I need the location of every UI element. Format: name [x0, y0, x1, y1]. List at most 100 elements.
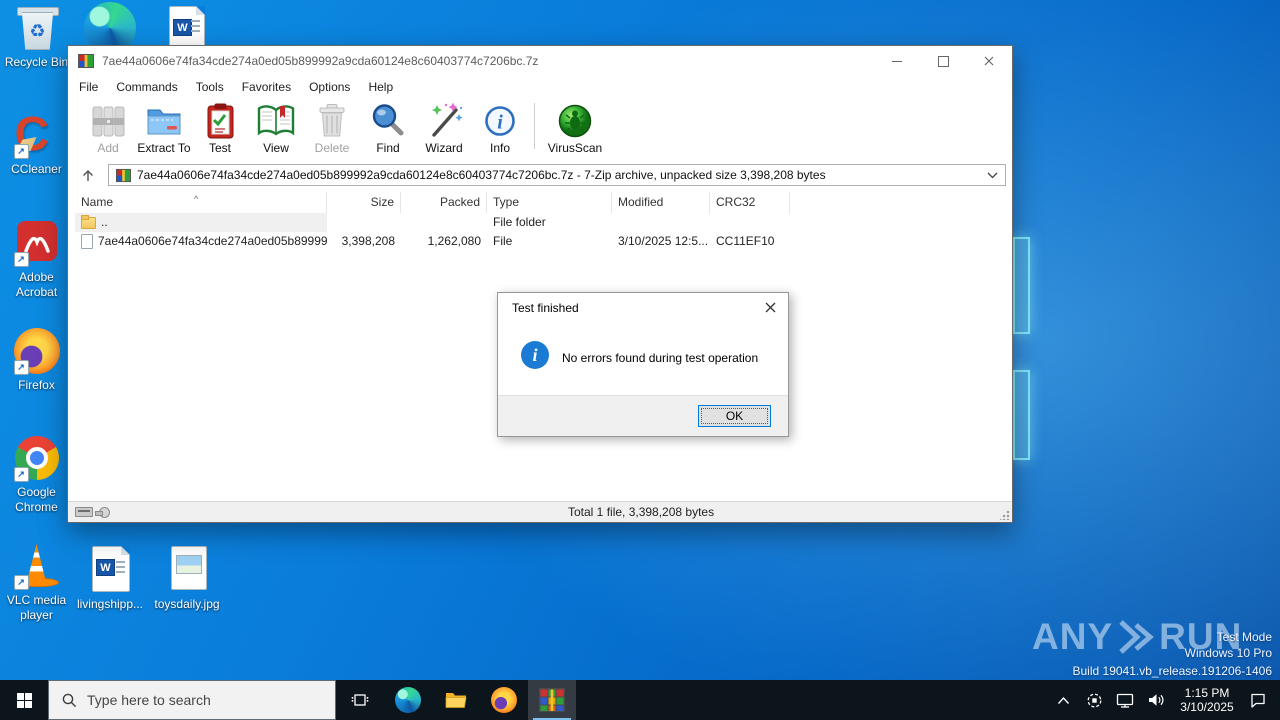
desktop-icon-vlc[interactable]: ↗ VLC media player [0, 542, 73, 623]
tray-volume-icon[interactable] [1144, 680, 1168, 720]
column-header-modified[interactable]: Modified [612, 192, 710, 213]
desktop-icon-label: CCleaner [0, 162, 73, 177]
desktop-icon-adobe-acrobat[interactable]: ↗ Adobe Acrobat [0, 219, 73, 300]
menu-commands[interactable]: Commands [107, 80, 186, 94]
menu-favorites[interactable]: Favorites [233, 80, 300, 94]
taskbar-7zip-button[interactable] [528, 680, 576, 720]
tray-sync-circle-icon[interactable] [1082, 680, 1106, 720]
toolbar: Add Extract To [68, 98, 1012, 161]
column-header-packed[interactable]: Packed [401, 192, 487, 213]
tray-chevron-up-icon[interactable] [1051, 680, 1075, 720]
taskbar-search-input[interactable]: Type here to search [48, 680, 336, 720]
extract-to-button[interactable]: Extract To [136, 101, 192, 155]
desktop-icon-label: Recycle Bin [0, 55, 73, 70]
virusscan-icon [555, 101, 595, 141]
wallpaper-window-pane [1013, 370, 1030, 460]
desktop-icon-label: Adobe Acrobat [0, 270, 73, 300]
maximize-button[interactable] [920, 46, 966, 76]
address-bar-row: 7ae44a0606e74fa34cde274a0ed05b899992a9cd… [68, 163, 1012, 187]
table-row[interactable]: .. File folder [75, 213, 1009, 232]
chevron-down-icon[interactable] [987, 172, 998, 179]
row-name: 7ae44a0606e74fa34cde274a0ed05b899992a... [98, 232, 327, 251]
system-tray: 1:15 PM 3/10/2025 [1051, 680, 1280, 720]
wizard-wand-icon [424, 101, 464, 141]
info-icon: i [480, 101, 520, 141]
dialog-titlebar[interactable]: Test finished [498, 293, 788, 322]
row-name: .. [101, 213, 108, 232]
row-size: 3,398,208 [327, 232, 401, 251]
image-file-icon [163, 546, 211, 594]
desktop-icon-label: Google Chrome [0, 485, 73, 515]
status-bar: Total 1 file, 3,398,208 bytes [68, 501, 1012, 522]
find-button[interactable]: Find [360, 101, 416, 155]
shortcut-arrow-icon: ↗ [14, 144, 29, 159]
taskbar-explorer-button[interactable] [432, 680, 480, 720]
up-one-level-button[interactable] [74, 164, 102, 186]
firefox-icon [491, 687, 517, 713]
test-clipboard-icon [200, 101, 240, 141]
row-type: File [487, 232, 612, 251]
search-placeholder: Type here to search [87, 692, 211, 708]
shortcut-arrow-icon: ↗ [14, 575, 29, 590]
svg-text:i: i [497, 112, 503, 134]
add-archive-icon [88, 101, 128, 141]
firefox-icon: ↗ [13, 327, 61, 375]
desktop-icon-label: Firefox [0, 378, 73, 393]
delete-trash-icon [312, 101, 352, 141]
row-modified: 3/10/2025 12:5... [612, 232, 710, 251]
close-icon [765, 302, 776, 313]
dialog-close-button[interactable] [758, 297, 782, 318]
file-icon [81, 234, 93, 249]
menu-file[interactable]: File [70, 80, 107, 94]
address-text: 7ae44a0606e74fa34cde274a0ed05b899992a9cd… [137, 168, 981, 182]
status-panel-icon [75, 507, 93, 517]
up-arrow-icon [80, 168, 96, 183]
column-header-type[interactable]: Type [487, 192, 612, 213]
column-header-crc32[interactable]: CRC32 [710, 192, 790, 213]
desktop-icon-label: livingshipp... [76, 597, 144, 612]
add-button[interactable]: Add [80, 101, 136, 155]
virusscan-button[interactable]: VirusScan [543, 101, 607, 155]
edge-icon [395, 687, 421, 713]
desktop-icon-toysdaily-jpg[interactable]: toysdaily.jpg [148, 546, 226, 612]
status-drive-icon [99, 507, 110, 518]
wallpaper-window-pane [1013, 237, 1030, 334]
start-button[interactable] [0, 680, 48, 720]
action-center-icon[interactable] [1246, 680, 1270, 720]
titlebar[interactable]: 7ae44a0606e74fa34cde274a0ed05b899992a9cd… [68, 46, 1012, 76]
desktop-icon-google-chrome[interactable]: ↗ Google Chrome [0, 434, 73, 515]
resize-grip[interactable] [1000, 510, 1010, 520]
minimize-button[interactable] [874, 46, 920, 76]
desktop-icon-livingshipp-doc[interactable]: W livingshipp... [76, 546, 144, 612]
ok-button[interactable]: OK [698, 405, 771, 427]
task-view-button[interactable] [336, 680, 384, 720]
ccleaner-icon: C ↗ [13, 111, 61, 159]
view-button[interactable]: View [248, 101, 304, 155]
menu-help[interactable]: Help [359, 80, 402, 94]
toolbar-separator [534, 103, 535, 149]
table-row[interactable]: 7ae44a0606e74fa34cde274a0ed05b899992a...… [75, 232, 1009, 251]
extract-folder-icon [144, 101, 184, 141]
wizard-button[interactable]: Wizard [416, 101, 472, 155]
column-header-name[interactable]: ^ Name [75, 192, 327, 213]
close-button[interactable] [966, 46, 1012, 76]
task-view-icon [351, 692, 369, 708]
taskbar-firefox-button[interactable] [480, 680, 528, 720]
desktop-icon-ccleaner[interactable]: C ↗ CCleaner [0, 111, 73, 177]
delete-button[interactable]: Delete [304, 101, 360, 155]
desktop-icon-recycle-bin[interactable]: ♻ Recycle Bin [0, 4, 73, 70]
shortcut-arrow-icon: ↗ [14, 467, 29, 482]
taskbar-clock[interactable]: 1:15 PM 3/10/2025 [1175, 686, 1239, 714]
test-button[interactable]: Test [192, 101, 248, 155]
tray-network-icon[interactable] [1113, 680, 1137, 720]
dialog-footer: OK [498, 395, 788, 436]
address-combobox[interactable]: 7ae44a0606e74fa34cde274a0ed05b899992a9cd… [108, 164, 1006, 186]
taskbar-edge-button[interactable] [384, 680, 432, 720]
7zip-app-icon [539, 687, 565, 713]
desktop-icon-firefox[interactable]: ↗ Firefox [0, 327, 73, 393]
search-icon [62, 693, 77, 708]
menu-options[interactable]: Options [300, 80, 359, 94]
column-header-size[interactable]: Size [327, 192, 401, 213]
menu-tools[interactable]: Tools [187, 80, 233, 94]
info-button[interactable]: i Info [472, 101, 528, 155]
